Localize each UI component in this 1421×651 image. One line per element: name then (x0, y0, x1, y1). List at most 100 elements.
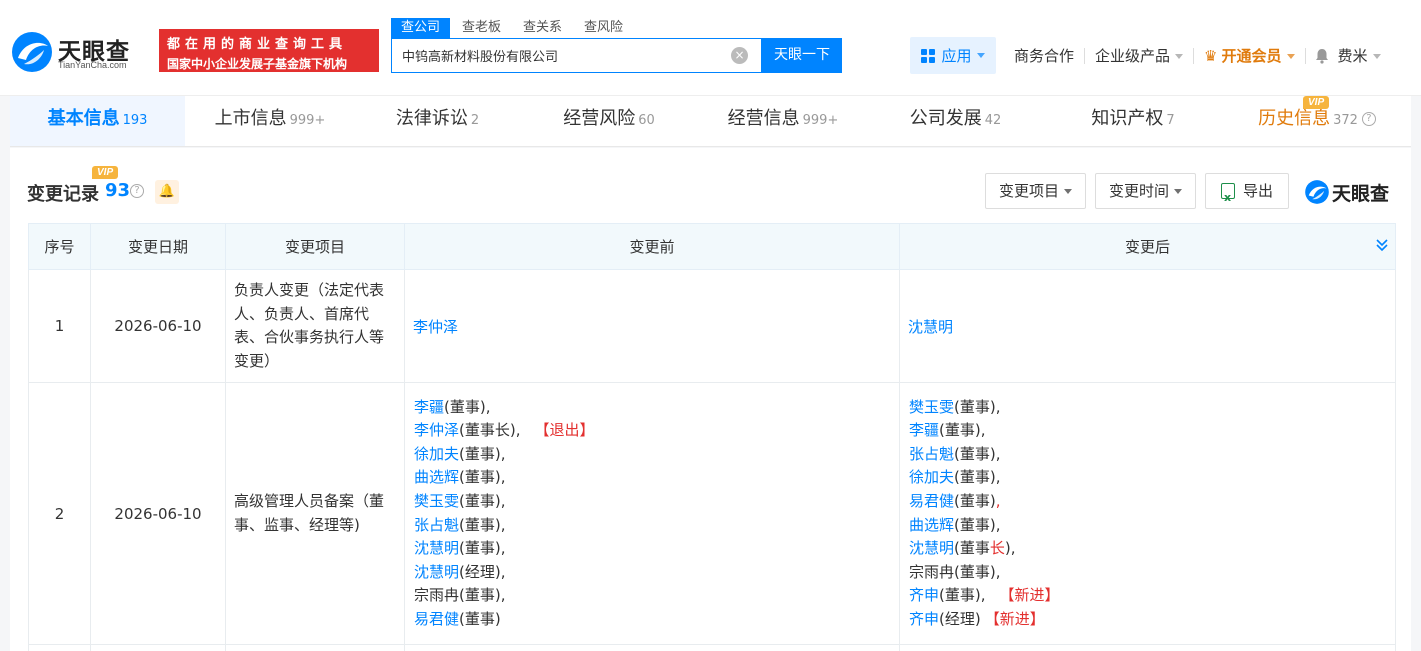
person-link[interactable]: 张占魁 (414, 516, 459, 534)
person-link[interactable]: 沈慧明 (414, 563, 459, 581)
search-tab-risk[interactable]: 查风险 (574, 18, 633, 38)
tab-intellectual-property[interactable]: 知识产权 7 (1043, 96, 1223, 146)
subscribe-bell-icon[interactable]: 🔔 (155, 180, 179, 204)
bell-icon[interactable] (1314, 48, 1330, 64)
person-link[interactable]: 沈慧明 (414, 539, 459, 557)
section-title: 变更记录 (27, 184, 99, 205)
person-link[interactable]: 李仲泽 (414, 421, 459, 439)
tab-label: 基本信息 (47, 108, 120, 129)
enterprise-products-menu[interactable]: 企业级产品 (1085, 45, 1193, 66)
crown-icon: ♛ (1204, 47, 1218, 65)
person-link[interactable]: 李仲泽 (413, 318, 458, 336)
list-item: 徐加夫(董事), (909, 466, 1386, 490)
person-link[interactable]: 樊玉雯 (909, 398, 954, 416)
enterprise-products-label: 企业级产品 (1095, 47, 1171, 65)
table-row (28, 644, 1396, 651)
tab-litigation[interactable]: 法律诉讼 2 (355, 96, 520, 146)
person-link[interactable]: 齐申 (909, 586, 939, 604)
person-link[interactable]: 易君健 (414, 610, 459, 628)
search-tab-boss[interactable]: 查老板 (452, 18, 511, 38)
chevron-down-icon (976, 53, 985, 58)
chevron-down-icon (1064, 189, 1072, 194)
column-header-item: 变更项目 (225, 223, 405, 270)
search-input[interactable] (392, 39, 722, 72)
slogan-line-2: 国家中小企业发展子基金旗下机构 (167, 57, 348, 71)
logo-subtitle: TianYanCha.com (58, 60, 127, 70)
list-item: 宗雨冉(董事), (909, 561, 1386, 585)
list-item: 李疆(董事), (414, 396, 890, 420)
tab-label: 上市信息 (214, 108, 287, 129)
person-role: (董事) (459, 515, 501, 534)
person-role: (董事) (939, 421, 981, 440)
person-link[interactable]: 沈慧明 (908, 318, 953, 336)
help-icon[interactable]: ? (130, 184, 144, 198)
cell-after: 樊玉雯(董事), 李疆(董事), 张占魁(董事), 徐加夫(董事), 易君健(董… (899, 382, 1396, 645)
cell-after: 沈慧明 (899, 269, 1396, 383)
tab-count: 999+ (289, 113, 326, 128)
tab-label: 知识产权 (1091, 108, 1164, 129)
top-header: 天眼查 TianYanCha.com 都在用的商业查询工具 国家中小企业发展子基… (0, 0, 1421, 96)
chevron-down-icon (1174, 189, 1182, 194)
tab-label: 法律诉讼 (395, 108, 468, 129)
search-tab-company[interactable]: 查公司 (391, 18, 451, 38)
tianyancha-logo[interactable]: 天眼查 TianYanCha.com (10, 30, 150, 72)
user-menu[interactable]: 费米 (1338, 45, 1391, 66)
tab-count: 999+ (802, 113, 839, 128)
person-role: (董事) (954, 562, 996, 581)
person-role: (董事) (459, 609, 501, 628)
cell-index: 2 (28, 382, 91, 645)
business-cooperation-link[interactable]: 商务合作 (1004, 45, 1084, 66)
apps-menu[interactable]: 应用 (910, 37, 996, 74)
search-tab-relation[interactable]: 查关系 (513, 18, 572, 38)
list-item: 樊玉雯(董事), (414, 490, 890, 514)
person-link[interactable]: 徐加夫 (909, 468, 954, 486)
double-chevron-down-icon[interactable] (1375, 237, 1389, 253)
list-item: 沈慧明(董事长), (909, 537, 1386, 561)
separator: , (995, 468, 1001, 487)
separator: , (500, 539, 506, 558)
tab-basic-info[interactable]: 基本信息 193 (10, 96, 185, 146)
tab-label: 公司发展 (909, 108, 982, 129)
role-change-mark: 长 (989, 539, 1005, 558)
brand-watermark: 天眼查 (1304, 178, 1389, 206)
cell-date: 2026-06-10 (90, 382, 226, 645)
apps-label: 应用 (941, 47, 972, 65)
export-button[interactable]: 导出 (1205, 173, 1289, 215)
clear-icon[interactable]: × (731, 47, 748, 64)
separator: , (995, 444, 1001, 463)
person-link[interactable]: 齐申 (909, 610, 939, 628)
slogan-banner: 都在用的商业查询工具 国家中小企业发展子基金旗下机构 (159, 29, 379, 72)
person-link[interactable]: 曲选辉 (414, 468, 459, 486)
tab-count: 372 (1333, 113, 1358, 128)
person-link[interactable]: 樊玉雯 (414, 492, 459, 510)
person-link[interactable]: 张占魁 (909, 445, 954, 463)
cell-change-item: 负责人变更（法定代表人、负责人、首席代表、合伙事务执行人等变更） (225, 269, 405, 383)
search-button[interactable]: 天眼一下 (762, 38, 842, 73)
person-link[interactable]: 李疆 (909, 421, 939, 439)
filter-change-time-button[interactable]: 变更时间 (1095, 173, 1196, 209)
chevron-down-icon (1286, 54, 1295, 59)
person-link[interactable]: 沈慧明 (909, 539, 954, 557)
tab-listing-info[interactable]: 上市信息 999+ (185, 96, 355, 146)
separator: , (500, 468, 506, 487)
filter-change-item-button[interactable]: 变更项目 (985, 173, 1086, 209)
separator: , (500, 515, 506, 534)
list-item: 易君健(董事) (414, 608, 890, 632)
cell-date (90, 644, 226, 651)
person-link[interactable]: 曲选辉 (909, 516, 954, 534)
list-item: 张占魁(董事), (909, 443, 1386, 467)
person-link[interactable]: 易君健 (909, 492, 954, 510)
separator: , (500, 444, 506, 463)
list-item: 沈慧明(董事), (414, 537, 890, 561)
tab-operating-risk[interactable]: 经营风险 60 (520, 96, 698, 146)
person-role: (董事) (459, 539, 501, 558)
tab-history-info[interactable]: VIP 历史信息 372? (1223, 96, 1411, 146)
person-link[interactable]: 李疆 (414, 398, 444, 416)
tab-company-development[interactable]: 公司发展 42 (868, 96, 1043, 146)
column-header-before: 变更前 (404, 223, 900, 270)
open-vip-menu[interactable]: ♛ 开通会员 (1194, 45, 1304, 66)
user-name: 费米 (1337, 47, 1368, 65)
person-link[interactable]: 徐加夫 (414, 445, 459, 463)
tab-operating-info[interactable]: 经营信息 999+ (698, 96, 868, 146)
help-icon[interactable]: ? (1361, 112, 1376, 126)
